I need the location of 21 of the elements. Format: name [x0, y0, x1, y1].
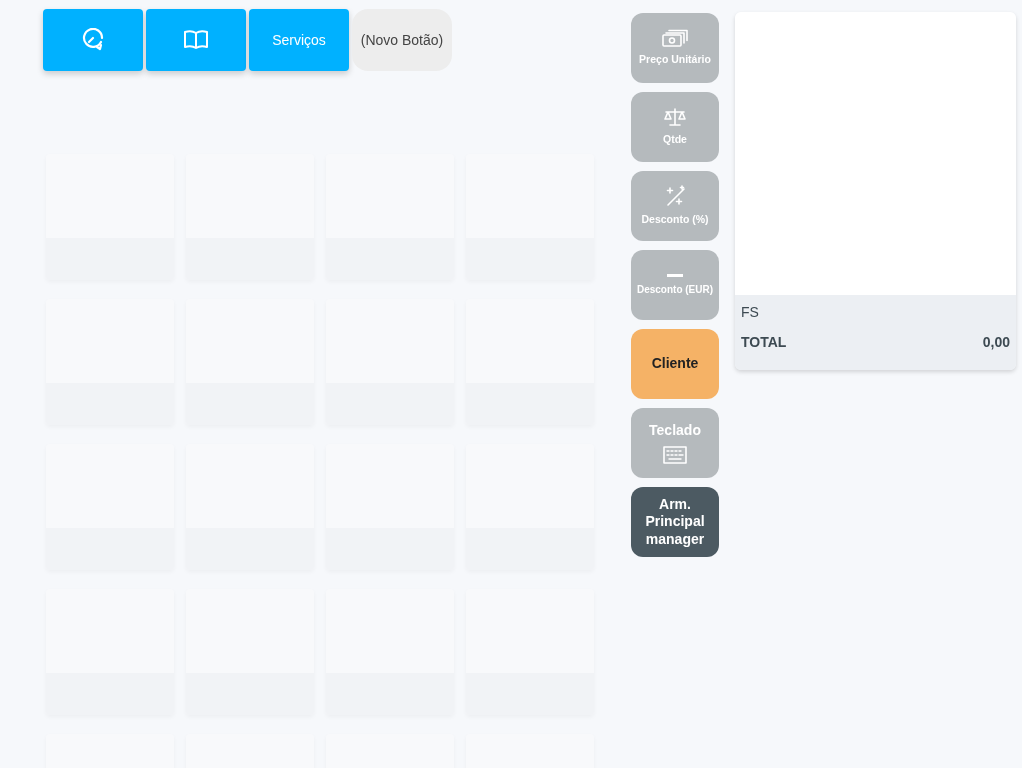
banknotes-icon [662, 29, 688, 48]
magic-wand-icon [664, 185, 686, 208]
customer-button[interactable]: Cliente [631, 329, 719, 399]
category-button[interactable]: Serviços [249, 9, 349, 71]
warehouse-button[interactable]: Arm. Principal manager [631, 487, 719, 557]
total-value: 0,00 [982, 334, 1010, 350]
action-button[interactable]: Preço Unitário [631, 13, 719, 83]
scale-icon [663, 107, 687, 128]
document-type: FS [741, 304, 759, 320]
action-button[interactable]: Qtde [631, 92, 719, 162]
action-button[interactable]: Desconto (%) [631, 171, 719, 241]
total-label: TOTAL [741, 334, 787, 350]
toolbar-button[interactable] [146, 9, 246, 71]
toolbar-button[interactable] [43, 9, 143, 71]
keyboard-button[interactable]: Teclado [631, 408, 719, 478]
keyboard-icon [663, 445, 687, 464]
action-button[interactable]: Desconto (EUR) [631, 250, 719, 320]
book-icon [183, 29, 209, 51]
clock-arrow-icon [81, 28, 105, 52]
new-button[interactable]: (Novo Botão) [352, 9, 452, 71]
minus-icon [667, 273, 683, 278]
